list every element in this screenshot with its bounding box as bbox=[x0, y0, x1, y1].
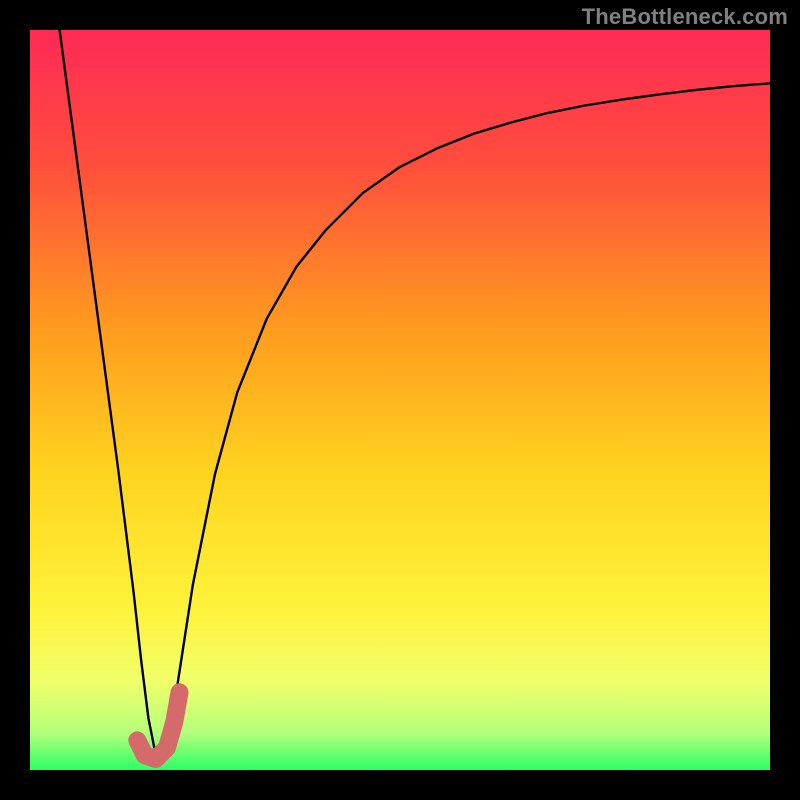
chart-frame: TheBottleneck.com bbox=[0, 0, 800, 800]
watermark-text: TheBottleneck.com bbox=[582, 4, 788, 30]
bottleneck-chart bbox=[30, 30, 770, 770]
